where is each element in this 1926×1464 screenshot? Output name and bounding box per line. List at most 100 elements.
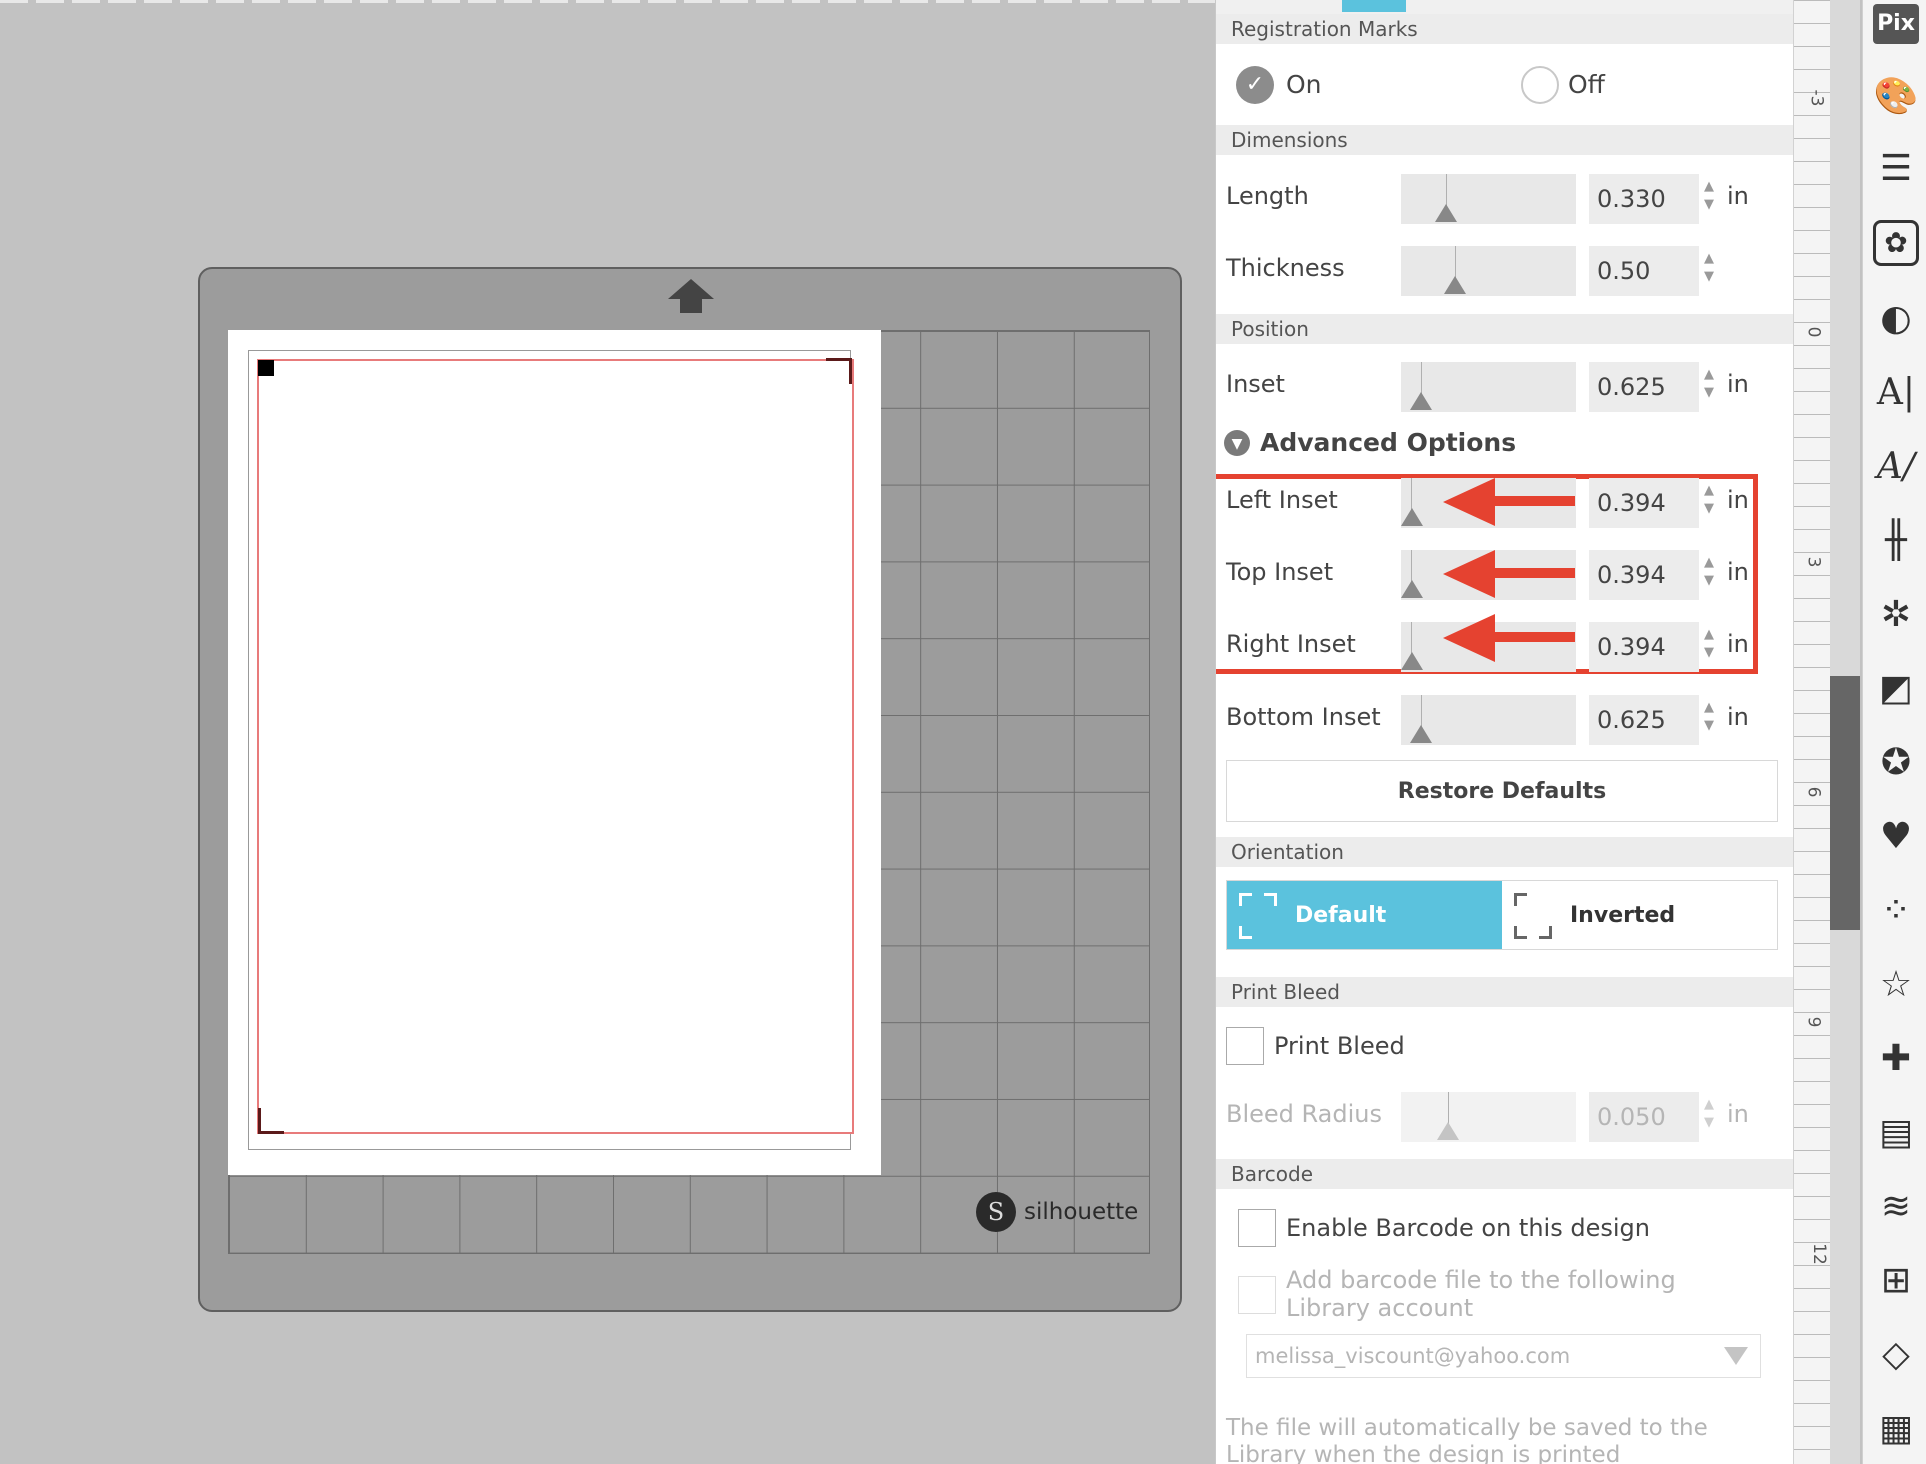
- bottom-inset-input[interactable]: 0.625: [1589, 695, 1699, 745]
- slider-thumb-icon[interactable]: [1410, 392, 1432, 410]
- left-inset-input[interactable]: 0.394: [1589, 478, 1699, 528]
- left-inset-unit: in: [1727, 486, 1749, 514]
- dots-icon[interactable]: ⁘: [1873, 888, 1919, 934]
- bleed-radius-stepper: ▲ ▼: [1704, 1097, 1714, 1130]
- orientation-default-button[interactable]: Default: [1227, 881, 1502, 949]
- thickness-label: Thickness: [1226, 254, 1345, 282]
- sketch-icon[interactable]: A∕: [1873, 444, 1919, 490]
- right-toolbar: Pix 🎨 ☰ ✿ ◐ A| A∕ ╫ ✲ ◩ ✪ ♥ ⁘ ☆ ✚ ▤ ≋ ⊞ …: [1862, 0, 1926, 1464]
- line-style-icon[interactable]: ☰: [1873, 146, 1919, 192]
- chevron-down-icon: [1724, 1347, 1748, 1365]
- right-inset-input[interactable]: 0.394: [1589, 622, 1699, 672]
- offset-icon[interactable]: ▤: [1873, 1110, 1919, 1156]
- contrast-icon[interactable]: ◐: [1873, 296, 1919, 342]
- section-title: Position: [1231, 317, 1309, 341]
- length-input[interactable]: 0.330: [1589, 174, 1699, 224]
- orientation-inverted-button[interactable]: Inverted: [1502, 881, 1777, 949]
- text-icon[interactable]: A|: [1873, 370, 1919, 416]
- cutting-mat: S silhouette: [198, 267, 1182, 1312]
- active-panel-tab[interactable]: [1342, 0, 1406, 12]
- length-label: Length: [1226, 182, 1309, 210]
- panel-scrollbar[interactable]: [1830, 0, 1860, 1464]
- bleed-radius-input: 0.050: [1589, 1092, 1699, 1142]
- inset-label: Inset: [1226, 370, 1285, 398]
- thickness-input[interactable]: 0.50: [1589, 246, 1699, 296]
- annotation-arrow-icon: [1443, 478, 1575, 526]
- advanced-options-toggle[interactable]: ▼ Advanced Options: [1224, 428, 1516, 457]
- section-dimensions: Dimensions: [1216, 125, 1794, 155]
- top-inset-stepper[interactable]: ▲ ▼: [1704, 554, 1718, 590]
- enable-barcode-checkbox[interactable]: [1238, 1209, 1276, 1247]
- fill-pattern-icon[interactable]: ✿: [1873, 220, 1919, 266]
- replicate-icon[interactable]: ✲: [1873, 592, 1919, 638]
- scrollbar-thumb[interactable]: [1830, 676, 1860, 930]
- length-slider[interactable]: [1401, 174, 1576, 224]
- feed-direction-arrow-icon: [668, 279, 714, 299]
- print-media-page: [228, 330, 881, 1175]
- trace-icon[interactable]: ≋: [1873, 1184, 1919, 1230]
- silhouette-logo-icon: S: [976, 1192, 1016, 1232]
- slider-thumb-icon[interactable]: [1401, 652, 1423, 670]
- panel-tabs: [1216, 0, 1794, 14]
- restore-defaults-button[interactable]: Restore Defaults: [1226, 760, 1778, 822]
- palette-icon[interactable]: 🎨: [1873, 74, 1919, 120]
- print-bleed-label: Print Bleed: [1274, 1032, 1405, 1060]
- library-icon[interactable]: ♥: [1873, 814, 1919, 860]
- section-title: Print Bleed: [1231, 980, 1340, 1004]
- inset-unit: in: [1727, 370, 1749, 398]
- pixscan-icon[interactable]: Pix: [1873, 4, 1919, 44]
- slider-thumb-icon[interactable]: [1401, 580, 1423, 598]
- left-inset-stepper[interactable]: ▲ ▼: [1704, 482, 1718, 518]
- grid-icon[interactable]: ⊞: [1873, 1258, 1919, 1304]
- slider-thumb-icon[interactable]: [1435, 204, 1457, 222]
- add-barcode-label: Add barcode file to the following Librar…: [1286, 1266, 1676, 1322]
- bleed-radius-label: Bleed Radius: [1226, 1100, 1382, 1128]
- registration-on-radio[interactable]: ✓: [1236, 66, 1274, 104]
- section-title: Registration Marks: [1231, 17, 1418, 41]
- top-inset-input[interactable]: 0.394: [1589, 550, 1699, 600]
- thickness-slider[interactable]: [1401, 246, 1576, 296]
- section-position: Position: [1216, 314, 1794, 344]
- registration-off-radio[interactable]: [1521, 66, 1559, 104]
- top-inset-unit: in: [1727, 558, 1749, 586]
- brand-text: silhouette: [1024, 1199, 1139, 1225]
- slider-thumb-icon[interactable]: [1401, 508, 1423, 526]
- section-print-bleed: Print Bleed: [1216, 977, 1794, 1007]
- length-stepper[interactable]: ▲ ▼: [1704, 178, 1718, 214]
- print-bleed-checkbox[interactable]: [1226, 1027, 1264, 1065]
- warp-icon[interactable]: ▦: [1873, 1406, 1919, 1452]
- align-icon[interactable]: ╫: [1873, 518, 1919, 564]
- section-title: Barcode: [1231, 1162, 1313, 1186]
- section-title: Orientation: [1231, 840, 1344, 864]
- inset-stepper[interactable]: ▲ ▼: [1704, 366, 1718, 402]
- library-account-select: melissa_viscount@yahoo.com: [1246, 1334, 1761, 1378]
- registration-off-label: Off: [1568, 70, 1605, 99]
- registration-mark-square: [258, 360, 274, 376]
- bottom-inset-stepper[interactable]: ▲ ▼: [1704, 699, 1718, 735]
- registration-mark-bottom-left: [258, 1108, 284, 1134]
- inset-input[interactable]: 0.625: [1589, 362, 1699, 412]
- thickness-stepper[interactable]: ▲ ▼: [1704, 250, 1718, 286]
- bottom-inset-slider[interactable]: [1401, 695, 1576, 745]
- puzzle-icon[interactable]: ✚: [1873, 1036, 1919, 1082]
- page-icon[interactable]: ◇: [1873, 1332, 1919, 1378]
- barcode-note: The file will automatically be saved to …: [1226, 1415, 1708, 1464]
- design-canvas[interactable]: S silhouette: [0, 0, 1215, 1464]
- bottom-inset-label: Bottom Inset: [1226, 703, 1381, 731]
- right-inset-label: Right Inset: [1226, 630, 1356, 658]
- right-inset-stepper[interactable]: ▲ ▼: [1704, 626, 1718, 662]
- registration-area[interactable]: [257, 359, 854, 1134]
- ruler-label: 6: [1803, 786, 1824, 798]
- slider-thumb-icon[interactable]: [1444, 276, 1466, 294]
- bleed-radius-unit: in: [1727, 1100, 1749, 1128]
- transform-icon[interactable]: ◩: [1873, 666, 1919, 712]
- slider-thumb-icon[interactable]: [1410, 725, 1432, 743]
- ruler-label: -3: [1806, 89, 1827, 107]
- top-inset-label: Top Inset: [1226, 558, 1334, 586]
- inset-slider[interactable]: [1401, 362, 1576, 412]
- orientation-default-label: Default: [1295, 903, 1387, 928]
- bottom-inset-unit: in: [1727, 703, 1749, 731]
- registration-mark-top-right: [826, 358, 852, 384]
- star-icon[interactable]: ✪: [1873, 740, 1919, 786]
- outline-star-icon[interactable]: ☆: [1873, 962, 1919, 1008]
